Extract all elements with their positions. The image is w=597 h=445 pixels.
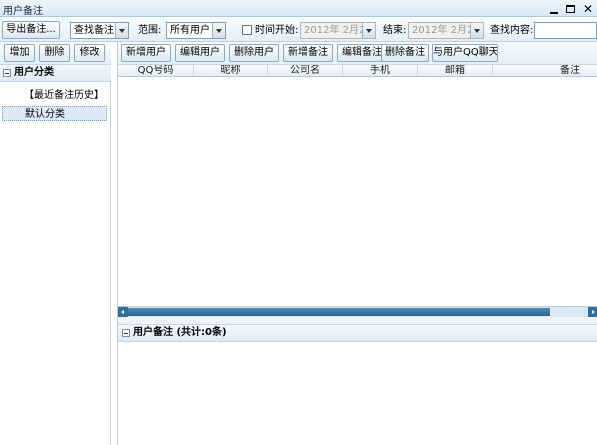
scope-label: 范围: — [138, 25, 162, 36]
column-header[interactable]: 手机 — [343, 65, 418, 77]
edit-user-button[interactable]: 编辑用户 — [175, 44, 225, 62]
maximize-icon[interactable] — [565, 4, 575, 13]
search-type-value: 查找备注 — [74, 25, 114, 36]
tree-item-default-category[interactable]: 默认分类 — [2, 106, 107, 121]
edit-category-button[interactable]: 修改 — [74, 44, 105, 62]
delete-note-button[interactable]: 删除备注 — [381, 44, 429, 62]
column-header[interactable]: 昵称 — [194, 65, 268, 77]
search-content-input[interactable] — [534, 22, 597, 39]
tree-item-recent-history[interactable]: 【最近备注历史】 — [24, 88, 104, 103]
add-note-button[interactable]: 新增备注 — [283, 44, 333, 62]
chevron-down-icon[interactable] — [362, 23, 375, 38]
add-category-button[interactable]: 增加 — [4, 44, 35, 62]
end-label: 结束: — [383, 25, 407, 36]
scroll-left-icon[interactable] — [118, 307, 128, 317]
chat-with-user-button[interactable]: 与用户QQ聊天 — [432, 44, 498, 62]
horizontal-scrollbar[interactable] — [118, 306, 597, 317]
notes-header-title: 用户备注 (共计:0条) — [133, 327, 227, 338]
search-content-label: 查找内容: — [490, 25, 534, 36]
category-tree-header[interactable]: 用户分类 — [0, 65, 111, 82]
scroll-right-icon[interactable] — [588, 307, 597, 317]
column-header[interactable]: QQ号码 — [118, 65, 194, 77]
delete-user-button[interactable]: 删除用户 — [229, 44, 279, 62]
end-date-picker[interactable]: 2012年 2月27日 — [408, 22, 484, 39]
user-grid-body[interactable] — [118, 77, 597, 306]
collapse-icon[interactable] — [3, 69, 11, 77]
chevron-down-icon[interactable] — [470, 23, 483, 38]
time-label: 时间 — [255, 25, 275, 36]
close-icon[interactable]: ✕ — [583, 1, 593, 17]
minimize-icon[interactable] — [549, 1, 558, 17]
start-date-picker[interactable]: 2012年 2月27日 — [300, 22, 376, 39]
collapse-icon[interactable] — [122, 329, 130, 337]
user-panel: 新增用户 编辑用户 删除用户 新增备注 编辑备注 删除备注 与用户QQ聊天 QQ… — [117, 42, 597, 445]
category-tree-title: 用户分类 — [14, 67, 54, 78]
user-grid-header: QQ号码 昵称 公司名 手机 邮箱 备注 — [118, 64, 597, 77]
category-panel: 增加 删除 修改 用户分类 【最近备注历史】 默认分类 — [0, 42, 111, 445]
search-type-select[interactable]: 查找备注 — [70, 22, 129, 39]
export-notes-button[interactable]: 导出备注... — [2, 21, 60, 39]
start-label: 开始: — [275, 25, 299, 36]
edit-note-button[interactable]: 编辑备注 — [337, 44, 387, 62]
notes-body[interactable] — [118, 342, 597, 445]
column-header[interactable]: 邮箱 — [418, 65, 493, 77]
notes-header[interactable]: 用户备注 (共计:0条) — [118, 325, 597, 342]
top-toolbar: 导出备注... 查找备注 范围: 所有用户 时间 开始: 2012年 2月27日… — [0, 18, 597, 42]
chevron-down-icon[interactable] — [212, 23, 225, 38]
splitter[interactable] — [118, 317, 597, 325]
chevron-down-icon[interactable] — [115, 23, 128, 38]
delete-category-button[interactable]: 删除 — [39, 44, 70, 62]
add-user-button[interactable]: 新增用户 — [121, 44, 171, 62]
column-header[interactable]: 备注 — [493, 65, 597, 77]
title-bar: 用户备注 ✕ — [0, 0, 597, 17]
user-toolbar: 新增用户 编辑用户 删除用户 新增备注 编辑备注 删除备注 与用户QQ聊天 — [118, 42, 597, 64]
scope-select[interactable]: 所有用户 — [166, 22, 226, 39]
scope-value: 所有用户 — [170, 25, 210, 36]
category-toolbar: 增加 删除 修改 — [0, 42, 111, 65]
scrollbar-thumb[interactable] — [128, 308, 550, 316]
window-title: 用户备注 — [3, 6, 43, 17]
time-checkbox[interactable] — [242, 25, 252, 35]
column-header[interactable]: 公司名 — [268, 65, 343, 77]
